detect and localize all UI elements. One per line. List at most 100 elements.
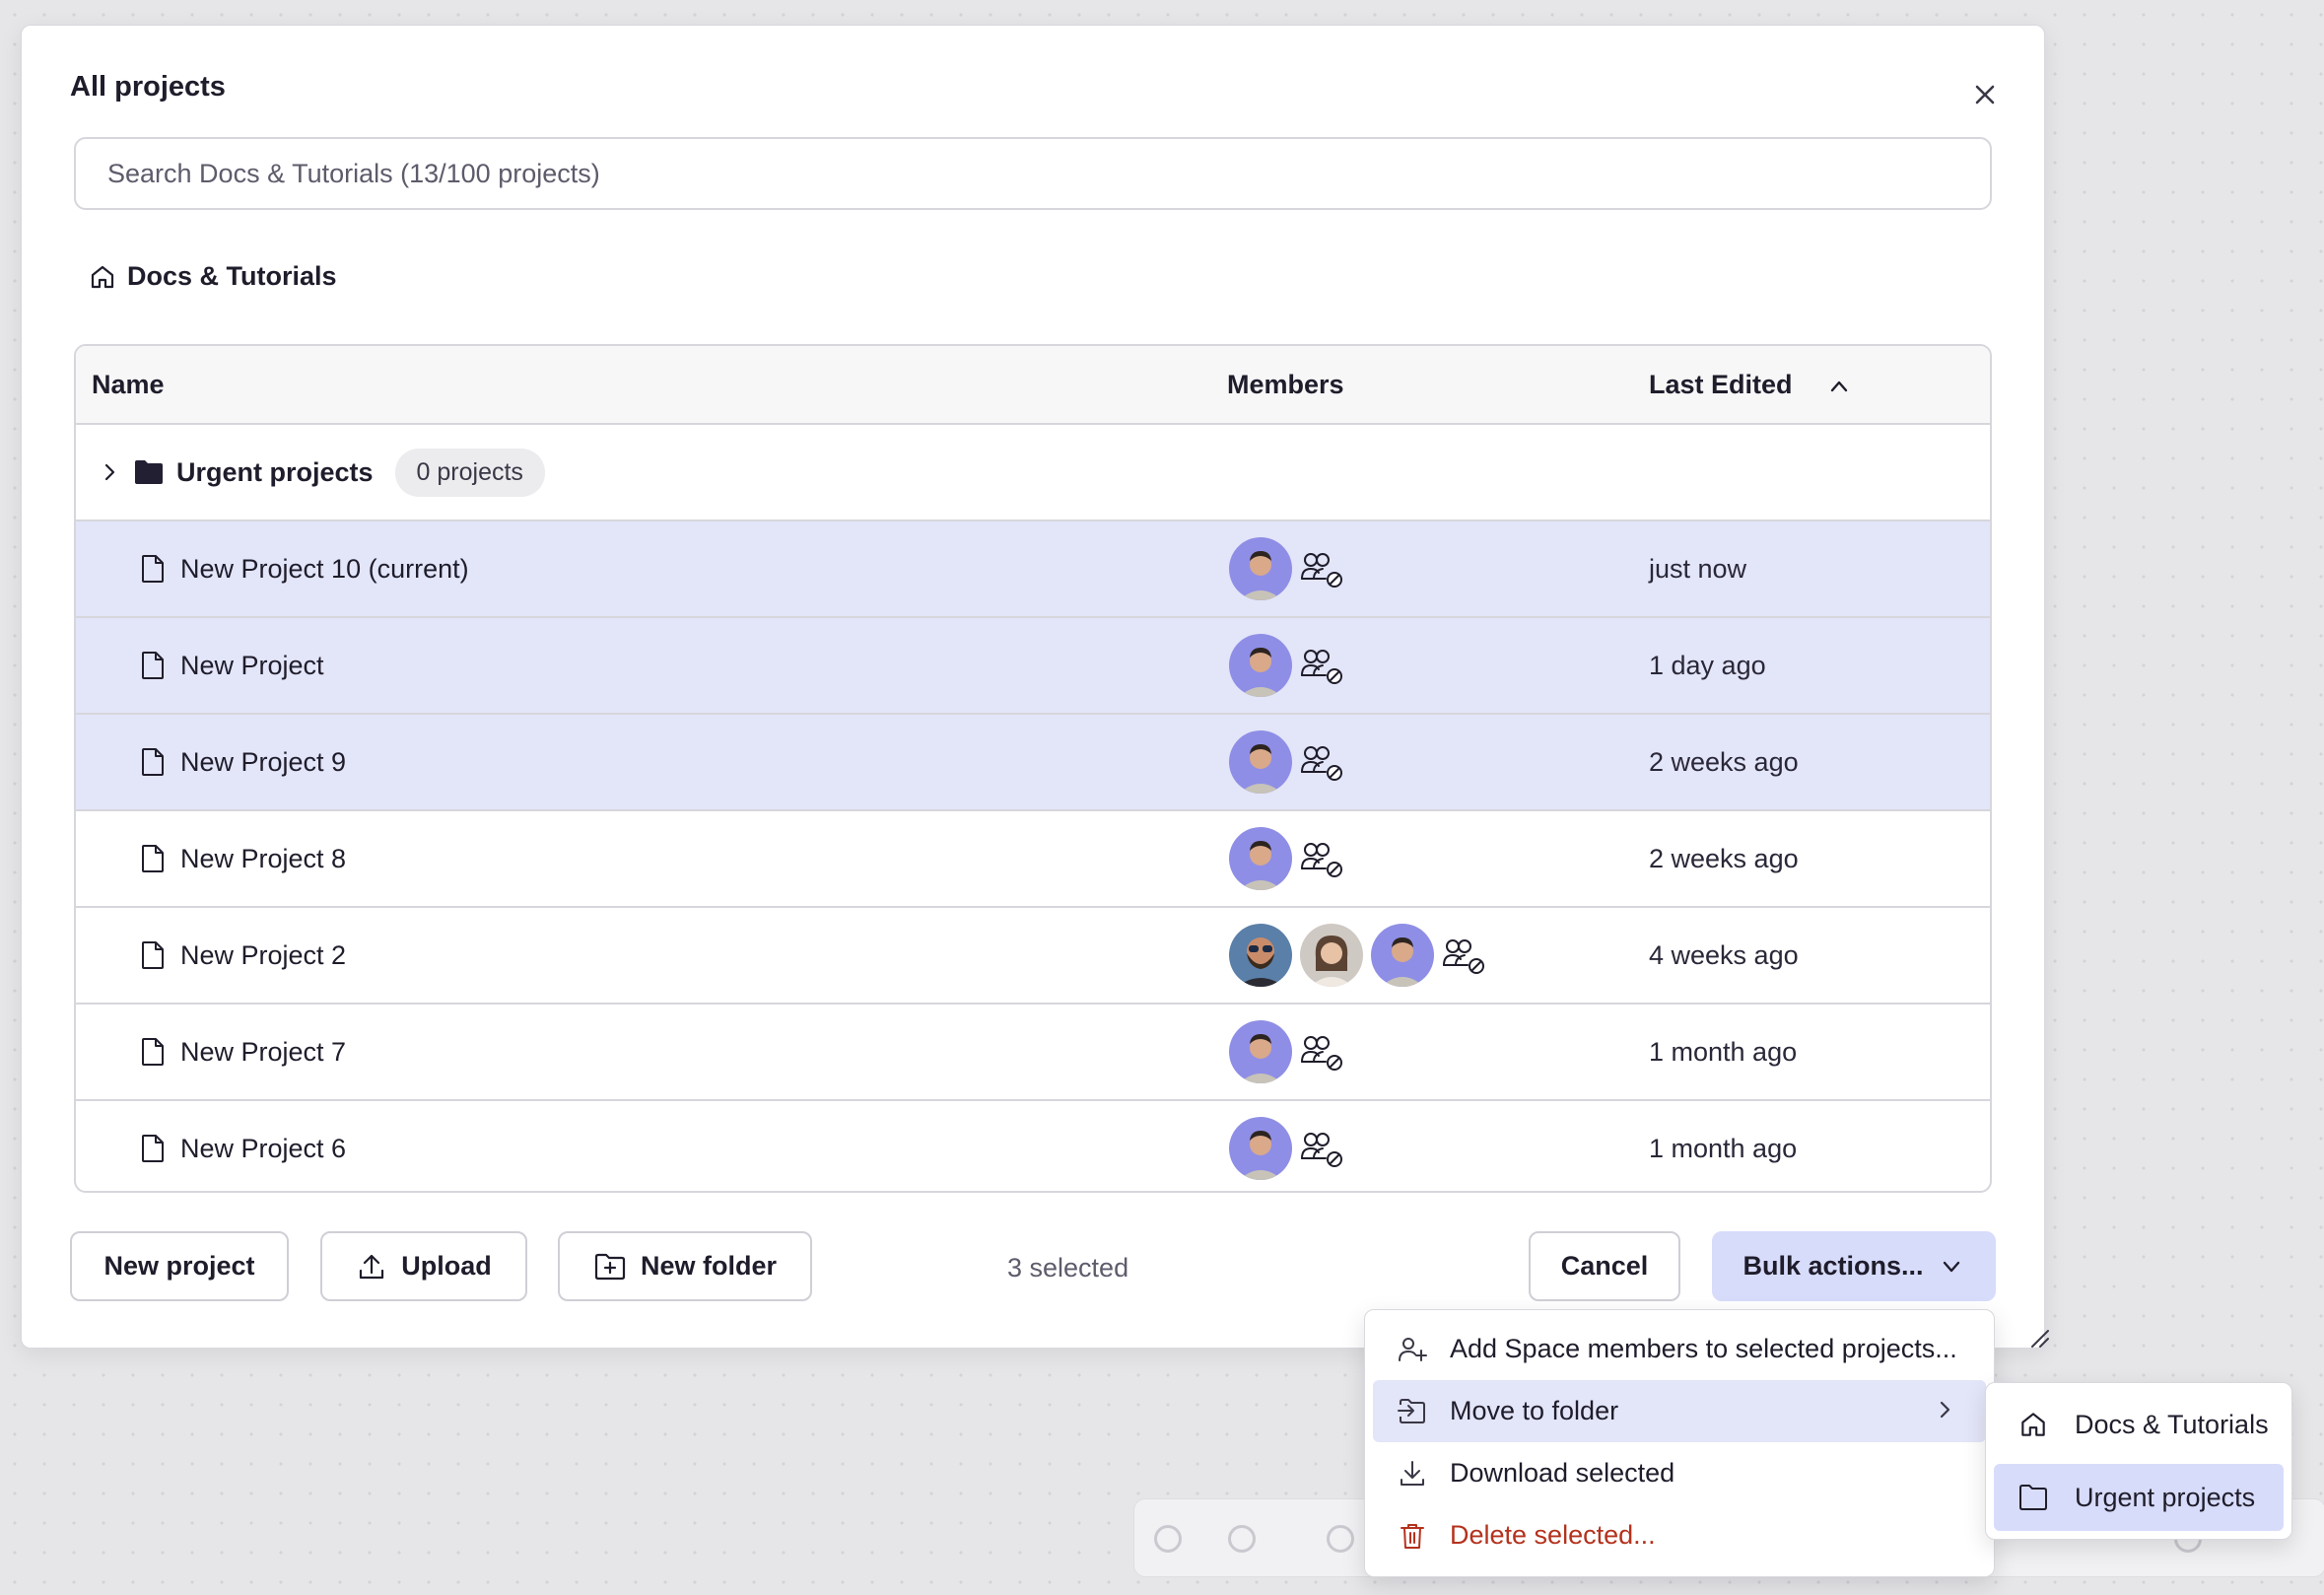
- bulk-actions-menu: Add Space members to selected projects..…: [1364, 1309, 1995, 1577]
- last-edited: 2 weeks ago: [1649, 843, 1799, 873]
- resize-handle-icon[interactable]: [2026, 1325, 2050, 1349]
- cancel-label: Cancel: [1560, 1251, 1649, 1281]
- last-edited: 4 weeks ago: [1649, 939, 1799, 970]
- members-cell: [1229, 908, 1485, 1003]
- table-row[interactable]: New Project 10 (current) just now: [76, 521, 1990, 618]
- column-name[interactable]: Name: [92, 370, 165, 400]
- menu-item-delete[interactable]: Delete selected...: [1373, 1504, 1986, 1566]
- menu-item-label: Delete selected...: [1450, 1520, 1656, 1550]
- table-row[interactable]: New Project 8 2 weeks ago: [76, 811, 1990, 908]
- file-icon: [142, 652, 164, 679]
- new-folder-button[interactable]: New folder: [558, 1231, 812, 1301]
- submenu-item-urgent-projects[interactable]: Urgent projects: [1994, 1464, 2284, 1531]
- upload-icon: [360, 1254, 384, 1279]
- members-no-access-icon: [1301, 1133, 1342, 1167]
- dialog-title: All projects: [70, 71, 226, 103]
- project-name-cell: New Project 10 (current): [139, 521, 469, 616]
- file-icon: [142, 845, 164, 872]
- project-name-cell: New Project 9: [139, 715, 346, 809]
- project-name: New Project 9: [180, 746, 347, 777]
- column-members[interactable]: Members: [1227, 370, 1344, 400]
- all-projects-dialog: All projects Docs & Tutorials Name Membe…: [21, 25, 2049, 1349]
- man-avatar[interactable]: [1229, 634, 1292, 697]
- project-name: New Project 7: [180, 1036, 347, 1067]
- project-count-badge: 0 projects: [394, 448, 545, 497]
- new-project-label: New project: [103, 1251, 255, 1281]
- man-avatar[interactable]: [1229, 1020, 1292, 1083]
- members-no-access-icon: [1301, 843, 1342, 877]
- menu-item-label: Download selected: [1450, 1458, 1675, 1488]
- upload-button[interactable]: Upload: [320, 1231, 527, 1301]
- menu-item-add-members[interactable]: Add Space members to selected projects..…: [1373, 1318, 1986, 1380]
- file-icon: [142, 555, 164, 583]
- project-name-cell: New Project 2: [139, 908, 346, 1003]
- project-name: New Project: [180, 650, 324, 680]
- members-cell: [1229, 1005, 1343, 1099]
- submenu-item-label: Docs & Tutorials: [2075, 1409, 2269, 1439]
- project-name-cell: New Project 6: [139, 1101, 347, 1191]
- chevron-right-icon: [1940, 1401, 1950, 1419]
- menu-item-move-to-folder[interactable]: Move to folder: [1373, 1380, 1986, 1442]
- man-avatar[interactable]: [1371, 924, 1434, 987]
- table-row[interactable]: New Project 1 day ago: [76, 618, 1990, 715]
- redo-icon: [1228, 1525, 1256, 1553]
- members-cell: [1229, 1101, 1343, 1191]
- folder-submenu: Docs & Tutorials Urgent projects: [1985, 1382, 2292, 1540]
- table-row[interactable]: New Project 6 1 month ago: [76, 1101, 1990, 1191]
- folder-icon: [135, 460, 163, 484]
- submenu-item-label: Urgent projects: [2075, 1482, 2256, 1512]
- table-row[interactable]: New Project 7 1 month ago: [76, 1005, 1990, 1101]
- new-project-button[interactable]: New project: [70, 1231, 289, 1301]
- home-icon: [91, 265, 114, 288]
- project-name: New Project 8: [180, 843, 347, 873]
- bearded-man-avatar[interactable]: [1229, 924, 1292, 987]
- submenu-item-docs-tutorials[interactable]: Docs & Tutorials: [1994, 1391, 2284, 1458]
- members-cell: [1229, 715, 1343, 809]
- trash-icon: [1401, 1523, 1424, 1549]
- table-header: Name Members Last Edited: [76, 346, 1990, 425]
- man-avatar[interactable]: [1229, 1117, 1292, 1180]
- menu-item-label: Add Space members to selected projects..…: [1450, 1334, 1957, 1363]
- folder-name: Urgent projects: [176, 456, 374, 487]
- download-icon: [1401, 1460, 1424, 1486]
- project-name: New Project 2: [180, 939, 347, 970]
- bulk-actions-label: Bulk actions...: [1743, 1251, 1924, 1281]
- menu-item-label: Move to folder: [1450, 1396, 1619, 1425]
- cancel-button[interactable]: Cancel: [1529, 1231, 1680, 1301]
- move-to-folder-icon: [1398, 1398, 1425, 1423]
- upload-label: Upload: [401, 1251, 492, 1281]
- user-plus-icon: [1399, 1337, 1427, 1361]
- projects-table: Name Members Last Edited Urgent projects…: [74, 344, 1992, 1193]
- members-no-access-icon: [1301, 1036, 1342, 1071]
- last-edited: 1 month ago: [1649, 1133, 1798, 1163]
- man-avatar[interactable]: [1229, 537, 1292, 600]
- home-icon: [2021, 1413, 2045, 1436]
- table-row[interactable]: New Project 2 4 weeks ago: [76, 908, 1990, 1005]
- project-name-cell: New Project: [139, 618, 324, 713]
- breadcrumb[interactable]: Docs & Tutorials: [88, 261, 337, 292]
- folder-row[interactable]: Urgent projects 0 projects: [76, 425, 1990, 521]
- project-name-cell: New Project 7: [139, 1005, 346, 1099]
- bulk-actions-button[interactable]: Bulk actions...: [1712, 1231, 1996, 1301]
- table-row[interactable]: New Project 9 2 weeks ago: [76, 715, 1990, 811]
- project-name: New Project 6: [180, 1133, 347, 1163]
- man-avatar[interactable]: [1229, 827, 1292, 890]
- chevron-up-icon[interactable]: [1826, 374, 1852, 399]
- breadcrumb-label: Docs & Tutorials: [127, 261, 337, 291]
- menu-item-download[interactable]: Download selected: [1373, 1442, 1986, 1504]
- man-avatar[interactable]: [1229, 730, 1292, 794]
- file-icon: [142, 1135, 164, 1162]
- search-input[interactable]: [74, 137, 1992, 210]
- folder-icon: [2019, 1485, 2047, 1510]
- new-folder-label: New folder: [640, 1251, 778, 1281]
- column-last-edited[interactable]: Last Edited: [1649, 370, 1793, 400]
- woman-avatar[interactable]: [1300, 924, 1363, 987]
- close-icon[interactable]: [1967, 77, 2003, 112]
- project-name-cell: New Project 8: [139, 811, 346, 906]
- members-cell: [1229, 618, 1343, 713]
- folder-plus-icon: [594, 1253, 626, 1280]
- chevron-right-icon[interactable]: [98, 460, 121, 484]
- chevron-down-icon: [1943, 1261, 1959, 1272]
- members-cell: [1229, 521, 1343, 616]
- members-no-access-icon: [1301, 650, 1342, 684]
